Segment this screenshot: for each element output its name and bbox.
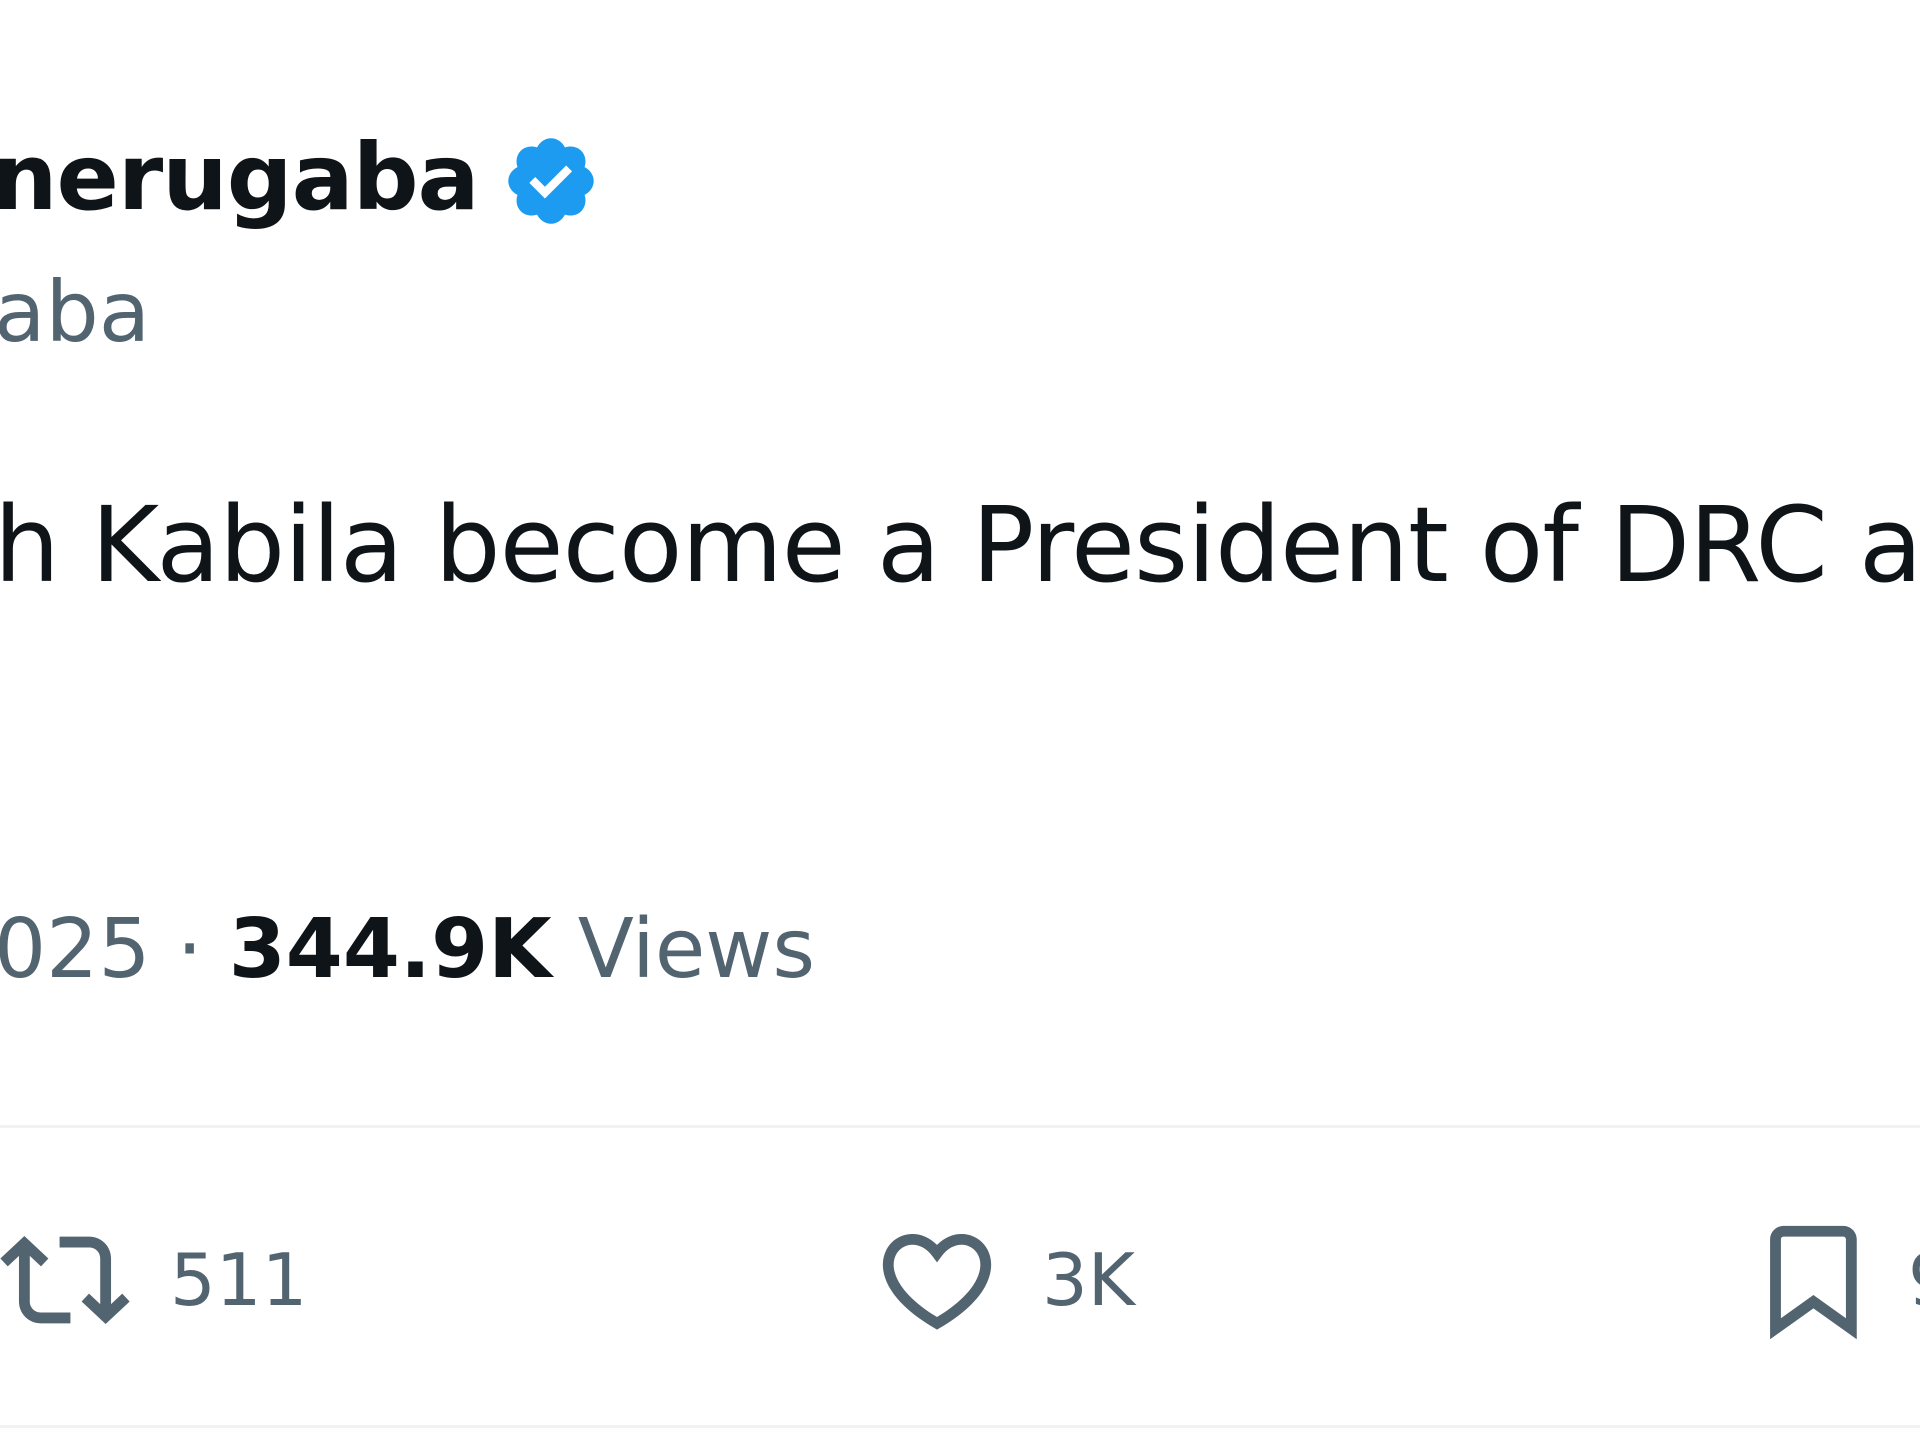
tweet-date[interactable]: 025: [0, 902, 151, 997]
bookmark-icon: [1748, 1215, 1868, 1345]
divider: [0, 1125, 1920, 1128]
tweet-meta: 025 · 344.9K Views: [0, 900, 815, 1000]
retweet-count: 511: [170, 1238, 308, 1322]
views-count: 344.9K: [228, 902, 552, 997]
retweet-icon: [0, 1215, 130, 1345]
author-display-name-row[interactable]: nerugaba: [0, 118, 601, 238]
bookmark-count: 9: [1908, 1230, 1920, 1330]
retweet-button[interactable]: 511: [0, 1215, 307, 1345]
meta-separator: ·: [176, 902, 203, 997]
tweet-text: h Kabila become a President of DRC ag: [0, 484, 1920, 606]
bookmark-button[interactable]: 9: [1748, 1215, 1920, 1345]
views-label: Views: [577, 902, 816, 997]
heart-icon: [872, 1215, 1002, 1345]
bottom-divider: [0, 1425, 1920, 1428]
verified-badge-icon: [501, 131, 601, 231]
author-display-name[interactable]: nerugaba: [0, 118, 480, 238]
like-count: 3K: [1042, 1238, 1136, 1322]
author-handle[interactable]: aba: [0, 262, 150, 362]
like-button[interactable]: 3K: [872, 1215, 1135, 1345]
